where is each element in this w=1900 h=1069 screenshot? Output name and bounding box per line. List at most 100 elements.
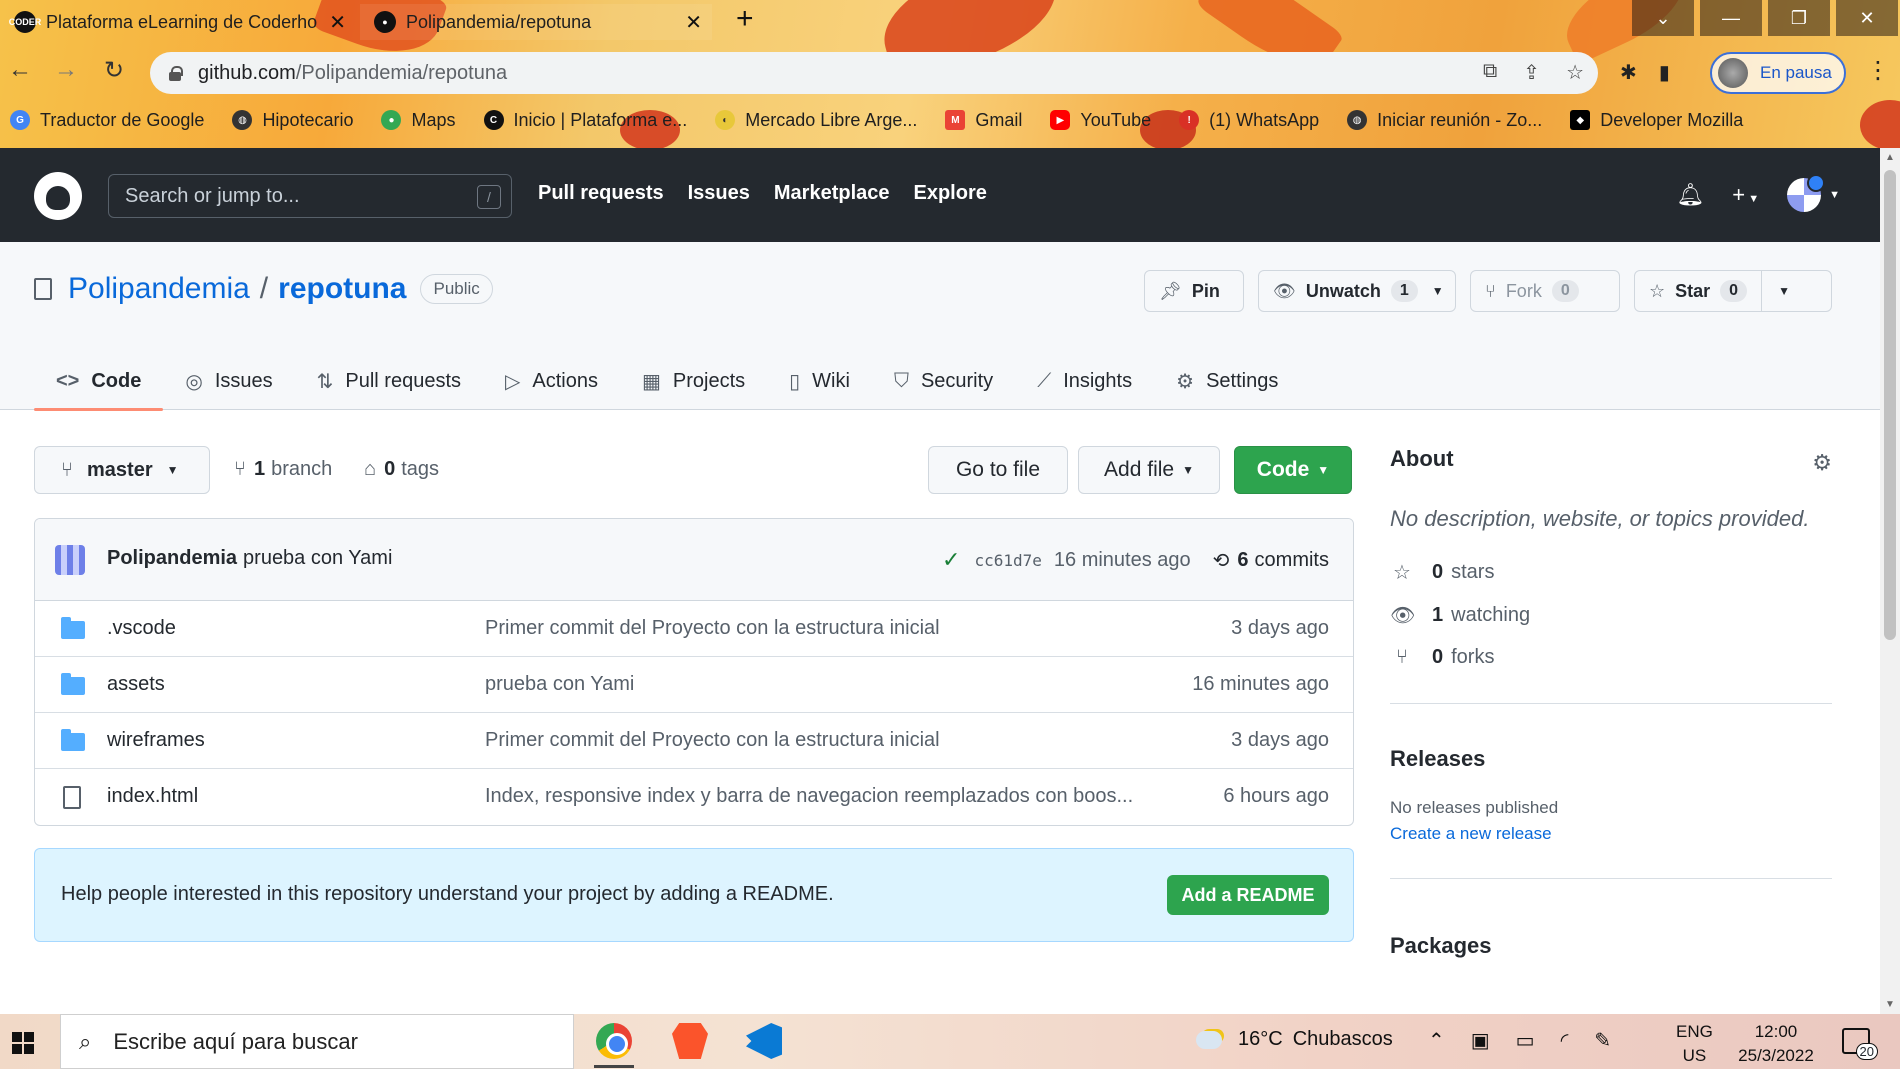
commit-author[interactable]: Polipandemia [107,547,237,569]
side-panel-icon[interactable]: ▮ [1659,60,1670,85]
battery-icon[interactable]: ▭ [1516,1028,1535,1053]
repo-name-link[interactable]: repotuna [278,272,406,306]
watching-link[interactable]: 👁︎ 1 watching [1390,603,1832,628]
page-scrollbar[interactable]: ▲ ▼ [1880,148,1900,1014]
bookmark-item[interactable]: G Traductor de Google [10,110,204,131]
bookmark-item[interactable]: M Gmail [945,110,1022,131]
reload-button[interactable]: ↻ [104,56,124,85]
tab-search-button[interactable]: ⌄ [1632,0,1694,36]
wifi-icon[interactable]: ◜ [1561,1028,1569,1053]
file-name-link[interactable]: wireframes [107,729,205,752]
packages-heading[interactable]: Packages [1390,933,1832,959]
share-icon[interactable]: ⇪ [1523,60,1540,85]
go-to-file-button[interactable]: Go to file [928,446,1068,494]
commits-link[interactable]: commits [1255,549,1329,572]
tab-settings[interactable]: ⚙ Settings [1154,352,1300,410]
star-button[interactable]: ☆ Star 0 ▼ [1634,270,1832,312]
file-name-link[interactable]: assets [107,673,165,696]
create-release-link[interactable]: Create a new release [1390,824,1832,844]
unwatch-button[interactable]: 👁︎ Unwatch 1 ▼ [1258,270,1456,312]
close-tab-icon[interactable]: ✕ [685,10,702,35]
bookmark-item[interactable]: ◆ Developer Mozilla [1570,110,1743,131]
star-dropdown-chevron-icon[interactable]: ▼ [1762,284,1806,298]
tab-issues[interactable]: ◎ Issues [163,352,294,410]
commit-message-link[interactable]: prueba con Yami [243,547,392,569]
scroll-up-icon[interactable]: ▲ [1885,152,1895,163]
notifications-bell-icon[interactable]: 🔔︎ [1676,182,1704,208]
pin-button[interactable]: 📌︎ Pin [1144,270,1244,312]
file-commit-link[interactable]: Primer commit del Proyecto con la estruc… [485,729,940,752]
taskbar-clock[interactable]: 12:00 25/3/2022 [1728,1020,1824,1068]
code-clone-button[interactable]: Code ▼ [1234,446,1352,494]
commit-sha[interactable]: cc61d7e [974,551,1041,570]
file-commit-link[interactable]: Primer commit del Proyecto con la estruc… [485,617,940,640]
stars-link[interactable]: ☆ 0 stars [1390,560,1832,585]
fork-button[interactable]: ⑂ Fork 0 [1470,270,1620,312]
tab-security[interactable]: ⛉ Security [872,352,1015,410]
file-commit-link[interactable]: prueba con Yami [485,673,634,696]
new-tab-button[interactable]: + [736,2,754,36]
file-name-link[interactable]: index.html [107,785,198,808]
back-button[interactable]: ← [8,56,32,84]
nav-pull-requests[interactable]: Pull requests [538,182,664,205]
repo-owner-link[interactable]: Polipandemia [68,272,250,306]
scrollbar-thumb[interactable] [1884,170,1896,640]
nav-explore[interactable]: Explore [914,182,987,205]
browser-tab-active[interactable]: ● Polipandemia/repotuna ✕ [360,4,712,40]
minimize-button[interactable]: — [1700,0,1762,36]
address-bar[interactable]: github.com/Polipandemia/repotuna ⧉ ⇪ ☆ [150,52,1598,94]
branches-link[interactable]: ⑂ 1 branch [234,458,332,481]
tab-insights[interactable]: ⟋ Insights [1015,352,1154,410]
bookmark-star-icon[interactable]: ☆ [1566,60,1584,85]
notification-center-icon[interactable]: 20 [1842,1028,1878,1060]
github-logo-icon[interactable] [34,172,82,220]
github-search-input[interactable]: Search or jump to... / [108,174,512,218]
bookmark-item[interactable]: ● Maps [381,110,456,131]
browser-menu-icon[interactable]: ⋮ [1866,56,1890,85]
bookmark-item[interactable]: C Inicio | Plataforma e... [483,110,687,131]
commit-count[interactable]: 6 [1237,549,1248,572]
releases-heading[interactable]: Releases [1390,746,1832,772]
bookmark-item[interactable]: ◍ Iniciar reunión - Zo... [1347,110,1542,131]
nav-marketplace[interactable]: Marketplace [774,182,890,205]
add-readme-button[interactable]: Add a README [1167,875,1329,915]
tab-code[interactable]: <> Code [34,352,164,411]
pen-icon[interactable]: ✎ [1594,1028,1611,1053]
extensions-puzzle-icon[interactable]: ✱ [1620,60,1637,85]
brave-app-icon[interactable] [672,1023,708,1059]
tags-link[interactable]: ⌂ 0 tags [364,458,439,481]
tab-wiki[interactable]: ▯ Wiki [767,352,872,410]
close-window-button[interactable]: ✕ [1836,0,1898,36]
avatar-dropdown-caret-icon[interactable]: ▼ [1829,189,1840,201]
chevron-up-icon[interactable]: ⌃ [1428,1028,1445,1053]
bookmark-item[interactable]: ◐ Mercado Libre Arge... [715,110,917,131]
scroll-down-icon[interactable]: ▼ [1885,999,1895,1010]
screen-icon[interactable]: ▣ [1471,1028,1490,1053]
author-avatar[interactable] [55,545,85,575]
star-main[interactable]: ☆ Star 0 [1635,271,1763,311]
create-new-plus-icon[interactable]: + ▼ [1732,182,1759,208]
tab-actions[interactable]: ▷ Actions [483,352,620,410]
bookmark-item[interactable]: ▶ YouTube [1050,110,1151,131]
close-tab-icon[interactable]: ✕ [329,10,346,35]
restore-button[interactable]: ❐ [1768,0,1830,36]
tab-pull-requests[interactable]: ⇅ Pull requests [295,352,483,410]
add-file-button[interactable]: Add file ▼ [1078,446,1220,494]
vscode-app-icon[interactable] [746,1023,782,1059]
weather-widget[interactable]: 16°C Chubascos [1196,1028,1393,1051]
user-avatar[interactable] [1787,174,1826,212]
nav-issues[interactable]: Issues [688,182,750,205]
gear-icon[interactable]: ⚙ [1812,450,1832,476]
language-indicator[interactable]: ENG US [1676,1020,1713,1068]
translate-icon[interactable]: ⧉ [1483,60,1497,85]
check-icon[interactable]: ✓ [942,547,960,573]
taskbar-search-input[interactable]: ⌕ Escribe aquí para buscar [60,1014,574,1069]
chrome-app-icon[interactable] [596,1023,632,1059]
tab-projects[interactable]: ▦ Projects [620,352,767,410]
bookmark-item[interactable]: ◍ Hipotecario [232,110,353,131]
bookmark-item[interactable]: ! (1) WhatsApp [1179,110,1319,131]
file-commit-link[interactable]: Index, responsive index y barra de naveg… [485,785,1133,808]
profile-button[interactable]: En pausa [1710,52,1846,94]
browser-tab[interactable]: CODER Plataforma eLearning de Coderhouse… [0,4,356,40]
branch-select-button[interactable]: ⑂ master ▼ [34,446,210,494]
